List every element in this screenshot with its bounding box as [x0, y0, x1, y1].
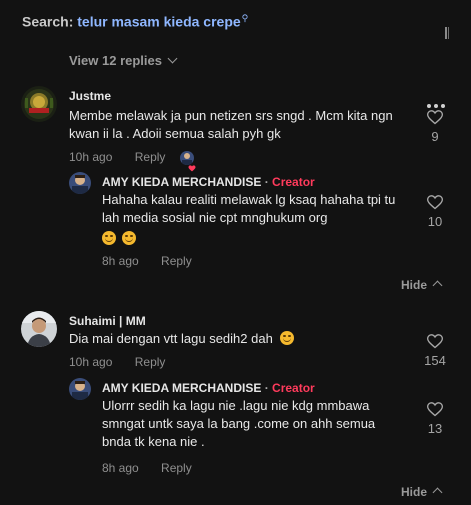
reply-username[interactable]: AMY KIEDA MERCHANDISE	[102, 381, 261, 395]
reply-button[interactable]: Reply	[161, 254, 192, 268]
heart-icon	[426, 402, 444, 417]
like-button[interactable]	[426, 402, 444, 422]
reply-meta: 8h ago Reply	[102, 254, 192, 268]
reply-meta: 8h ago Reply	[102, 461, 192, 475]
avatar[interactable]	[21, 311, 57, 347]
reply-button[interactable]: Reply	[135, 150, 166, 164]
like-button[interactable]	[426, 110, 444, 130]
separator-dot: ·	[264, 381, 269, 395]
smiling-emoji-icon	[122, 231, 136, 245]
search-bar[interactable]: Search: telur masam kieda crepe⚲	[22, 13, 248, 30]
reply-text: Ulorrr sedih ka lagu nie .lagu nie kdg m…	[102, 398, 376, 449]
scrollbar-indicator-secondary	[448, 27, 449, 39]
reply-time: 8h ago	[102, 461, 139, 475]
comment-text: Membe melawak ja pun netizen srs sngd . …	[69, 108, 393, 141]
hide-label: Hide	[401, 278, 428, 292]
reply-text: Hahaha kalau realiti melawak lg ksaq hah…	[102, 192, 396, 225]
chevron-up-icon	[432, 280, 443, 291]
reply-username[interactable]: AMY KIEDA MERCHANDISE	[102, 175, 261, 189]
view-replies-button[interactable]: View 12 replies	[69, 53, 178, 68]
search-label: Search:	[22, 13, 74, 30]
reply-username-row: AMY KIEDA MERCHANDISE · Creator	[102, 381, 315, 395]
more-options-button[interactable]	[426, 96, 446, 108]
like-count: 13	[427, 421, 443, 436]
avatar[interactable]	[21, 86, 57, 122]
search-icon[interactable]: ⚲	[242, 13, 249, 23]
like-count: 9	[431, 129, 439, 144]
chevron-up-icon	[432, 487, 443, 498]
reply-username-row: AMY KIEDA MERCHANDISE · Creator	[102, 175, 315, 189]
chevron-down-icon	[167, 53, 178, 64]
search-query[interactable]: telur masam kieda crepe	[77, 14, 240, 30]
heart-icon	[426, 195, 444, 210]
reply-time: 8h ago	[102, 254, 139, 268]
comment-text-row: Dia mai dengan vtt lagu sedih2 dah	[69, 330, 399, 348]
smiling-emoji-icon	[102, 231, 116, 245]
avatar[interactable]	[69, 172, 91, 194]
comment-time: 10h ago	[69, 355, 113, 369]
creator-badge: Creator	[272, 381, 315, 395]
comment-meta: 10h ago Reply	[69, 150, 165, 164]
reply-button[interactable]: Reply	[135, 355, 166, 369]
comment-text: Dia mai dengan vtt lagu sedih2 dah	[69, 331, 273, 346]
scrollbar-indicator	[445, 27, 447, 39]
separator-dot: ·	[264, 175, 269, 189]
hide-replies-button[interactable]: Hide	[401, 485, 443, 499]
like-count: 154	[424, 353, 446, 368]
comment-username[interactable]: Suhaimi | MM	[69, 314, 146, 328]
reply-emojis	[102, 230, 142, 248]
comment-username[interactable]: Justme	[69, 89, 111, 103]
more-options-icon	[427, 104, 445, 108]
avatar[interactable]	[69, 378, 91, 400]
hide-label: Hide	[401, 485, 428, 499]
like-button[interactable]	[426, 334, 444, 354]
laughing-emoji-icon	[280, 331, 295, 345]
like-count: 10	[427, 214, 443, 229]
view-replies-label: View 12 replies	[69, 53, 162, 68]
reply-button[interactable]: Reply	[161, 461, 192, 475]
like-button[interactable]	[426, 195, 444, 215]
heart-icon	[426, 110, 444, 125]
hide-replies-button[interactable]: Hide	[401, 278, 443, 292]
creator-badge: Creator	[272, 175, 315, 189]
heart-icon	[426, 334, 444, 349]
comment-time: 10h ago	[69, 150, 113, 164]
comment-meta: 10h ago Reply	[69, 355, 165, 369]
